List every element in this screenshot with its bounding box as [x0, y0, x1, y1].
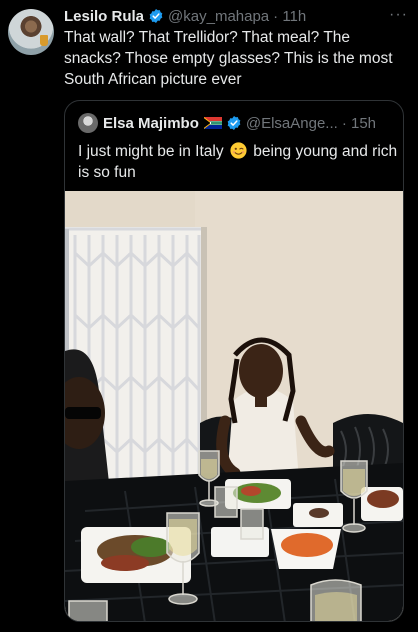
quoted-author-avatar[interactable]: [78, 113, 98, 133]
quoted-tweet[interactable]: Elsa Majimbo @ElsaAnge... · 15h I just m…: [64, 100, 404, 622]
tweet-photo[interactable]: [65, 191, 403, 621]
tweet-text: That wall? That Trellidor? That meal? Th…: [64, 29, 393, 88]
quoted-tweet-header: Elsa Majimbo @ElsaAnge... · 15h: [103, 113, 376, 133]
photo-illustration: [65, 191, 403, 621]
tweet-time[interactable]: · 11h: [273, 8, 306, 25]
winking-face-icon: [230, 142, 247, 159]
author-name[interactable]: Lesilo Rula: [64, 8, 144, 25]
verified-badge-icon: [149, 9, 163, 23]
more-horizontal-icon[interactable]: ···: [389, 6, 408, 24]
author-avatar[interactable]: [8, 9, 54, 55]
south-africa-flag-icon: [203, 117, 222, 129]
quoted-verified-badge-icon: [227, 116, 241, 130]
quoted-tweet-time[interactable]: · 15h: [342, 115, 376, 132]
quoted-tweet-text: I just might be in Italy being young and…: [78, 141, 398, 183]
quoted-author-handle[interactable]: @ElsaAnge...: [246, 115, 338, 132]
quoted-author-name[interactable]: Elsa Majimbo: [103, 115, 199, 132]
avatar-cup-detail: [40, 35, 48, 46]
author-handle[interactable]: @kay_mahapa: [168, 8, 269, 25]
quoted-text-part1: I just might be in Italy: [78, 143, 224, 160]
tweet-header: Lesilo Rula @kay_mahapa · 11h: [64, 5, 306, 27]
tweet[interactable]: Lesilo Rula @kay_mahapa · 11h ··· That w…: [0, 0, 418, 632]
